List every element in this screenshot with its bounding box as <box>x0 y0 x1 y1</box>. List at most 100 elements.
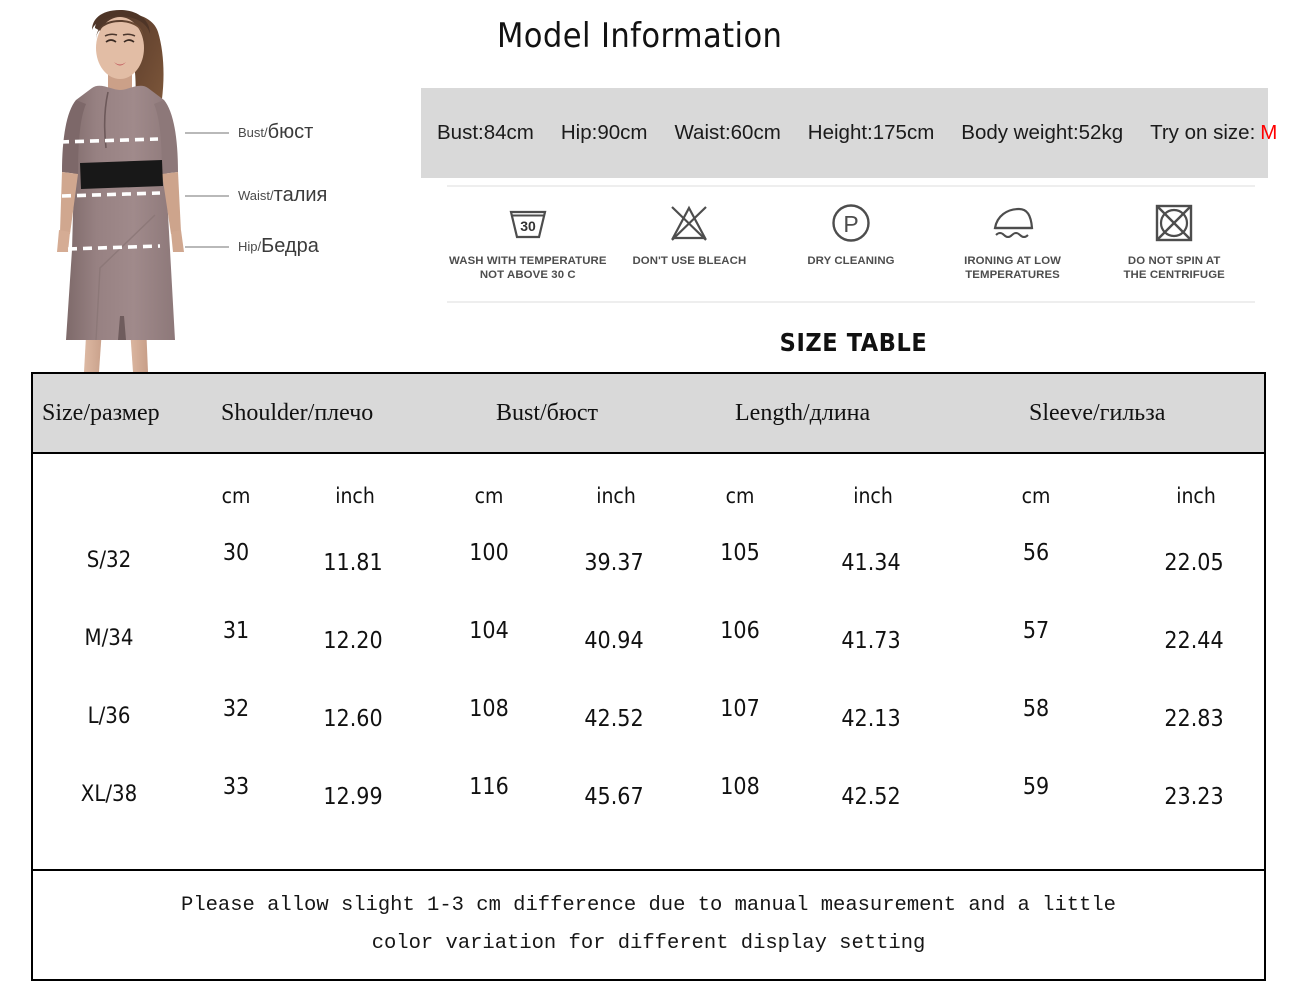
unit-sleeve-cm: cm <box>1021 484 1051 508</box>
care-item-no-bleach: DON'T USE BLEACH <box>609 187 771 268</box>
care-instructions-panel: 30 WASH WITH TEMPERATURE NOT ABOVE 30 C D… <box>447 185 1255 303</box>
svg-text:30: 30 <box>520 218 536 234</box>
try-on-size-label: Try on size: <box>1150 121 1256 144</box>
callout-bust: Bust/ бюст <box>185 121 313 144</box>
svg-text:P: P <box>843 211 858 237</box>
cell-length-cm: 106 <box>720 618 760 644</box>
cell-shoulder-inch: 12.99 <box>323 784 383 810</box>
cell-length-cm: 107 <box>720 696 760 722</box>
iron-low-temp-icon <box>987 199 1039 247</box>
cell-sleeve-cm: 59 <box>1022 774 1050 800</box>
care-label-iron: IRONING AT LOW TEMPERATURES <box>964 255 1062 282</box>
stat-body-weight: Body weight:52kg <box>961 121 1124 144</box>
cell-sleeve-cm: 56 <box>1022 540 1050 566</box>
cell-bust-cm: 104 <box>469 618 509 644</box>
size-table: Size/размер Shoulder/плечо Bust/бюст Len… <box>31 372 1266 871</box>
callout-bust-label-ru: бюст <box>267 121 314 143</box>
cell-length-cm: 105 <box>720 540 760 566</box>
dry-clean-p-icon: P <box>829 199 873 247</box>
callout-hip: Hip/ Бедра <box>185 235 319 258</box>
try-on-size-value: M <box>1260 121 1278 144</box>
stat-height: Height:175cm <box>807 121 935 144</box>
cell-bust-inch: 45.67 <box>584 784 644 810</box>
callout-leader-line <box>185 194 229 197</box>
no-bleach-icon <box>667 199 711 247</box>
cell-sleeve-cm: 58 <box>1022 696 1050 722</box>
callout-leader-line <box>185 245 229 248</box>
cell-shoulder-inch: 11.81 <box>323 550 383 576</box>
unit-length-cm: cm <box>725 484 755 508</box>
callout-leader-line <box>185 131 229 134</box>
column-header-size: Size/размер <box>42 399 160 426</box>
cell-bust-cm: 100 <box>469 540 509 566</box>
unit-length-inch: inch <box>853 484 893 508</box>
cell-bust-cm: 108 <box>469 696 509 722</box>
model-information-band: Bust:84cm Hip:90cm Waist:60cm Height:175… <box>421 88 1277 178</box>
care-label-dry-clean: DRY CLEANING <box>807 255 895 267</box>
callout-waist-label-en: Waist/ <box>238 188 274 203</box>
care-item-dry-clean: P DRY CLEANING <box>770 187 932 268</box>
cell-shoulder-cm: 32 <box>222 696 250 722</box>
care-label-no-spin: DO NOT SPIN AT THE CENTRIFUGE <box>1123 255 1225 282</box>
unit-shoulder-inch: inch <box>335 484 375 508</box>
size-table-title: SIZE TABLE <box>779 328 928 357</box>
cell-sleeve-cm: 57 <box>1022 618 1050 644</box>
cell-sleeve-inch: 22.83 <box>1164 706 1224 732</box>
stat-waist: Waist:60cm <box>674 121 781 144</box>
cell-length-inch: 42.52 <box>841 784 901 810</box>
cell-sleeve-inch: 22.44 <box>1164 628 1224 654</box>
cell-size: XL/38 <box>80 782 138 807</box>
column-header-length: Length/длина <box>735 399 871 426</box>
column-header-shoulder: Shoulder/плечо <box>221 399 374 426</box>
cell-sleeve-inch: 23.23 <box>1164 784 1224 810</box>
unit-sleeve-inch: inch <box>1176 484 1216 508</box>
cell-shoulder-inch: 12.20 <box>323 628 383 654</box>
callout-hip-label-ru: Бедра <box>261 235 319 257</box>
cell-length-cm: 108 <box>720 774 760 800</box>
unit-bust-cm: cm <box>474 484 504 508</box>
cell-length-inch: 42.13 <box>841 706 901 732</box>
cell-sleeve-inch: 22.05 <box>1164 550 1224 576</box>
callout-bust-label-en: Bust/ <box>238 125 268 140</box>
model-information-stats: Bust:84cm Hip:90cm Waist:60cm Height:175… <box>421 88 1277 178</box>
unit-shoulder-cm: cm <box>221 484 251 508</box>
cell-size: L/36 <box>87 704 131 729</box>
cell-bust-inch: 42.52 <box>584 706 644 732</box>
cell-bust-inch: 40.94 <box>584 628 644 654</box>
care-label-no-bleach: DON'T USE BLEACH <box>632 255 747 267</box>
size-table-header-row: Size/размер Shoulder/плечо Bust/бюст Len… <box>33 374 1264 454</box>
stat-try-on-size: Try on size: M <box>1150 121 1277 145</box>
disclaimer-line-2: color variation for different display se… <box>371 932 926 955</box>
model-information-title: Model Information <box>497 16 783 56</box>
callout-waist-label-ru: талия <box>273 184 328 206</box>
table-row: L/36 32 12.60 108 42.52 107 42.13 58 22.… <box>33 684 1264 762</box>
cell-shoulder-inch: 12.60 <box>323 706 383 732</box>
callout-waist: Waist/ талия <box>185 184 327 207</box>
cell-shoulder-cm: 30 <box>222 540 250 566</box>
disclaimer-line-1: Please allow slight 1-3 cm difference du… <box>181 894 1116 918</box>
unit-bust-inch: inch <box>596 484 636 508</box>
care-label-wash: WASH WITH TEMPERATURE NOT ABOVE 30 C <box>449 255 607 282</box>
unit-header-row: cm inch cm inch cm inch cm inch <box>33 454 1264 528</box>
cell-shoulder-cm: 31 <box>222 618 250 644</box>
cell-size: S/32 <box>86 548 132 573</box>
care-item-wash: 30 WASH WITH TEMPERATURE NOT ABOVE 30 C <box>447 187 609 283</box>
cell-length-inch: 41.34 <box>841 550 901 576</box>
cell-size: M/34 <box>84 626 134 651</box>
cell-bust-cm: 116 <box>469 774 509 800</box>
table-row: M/34 31 12.20 104 40.94 106 41.73 57 22.… <box>33 606 1264 684</box>
size-table-body: cm inch cm inch cm inch cm inch S/32 30 … <box>33 454 1264 869</box>
table-row: S/32 30 11.81 100 39.37 105 41.34 56 22.… <box>33 528 1264 606</box>
column-header-bust: Bust/бюст <box>496 399 598 426</box>
cell-length-inch: 41.73 <box>841 628 901 654</box>
model-photo: Bust/ бюст Waist/ талия Hip/ Бедра <box>0 0 327 375</box>
callout-hip-label-en: Hip/ <box>238 239 262 254</box>
cell-bust-inch: 39.37 <box>584 550 644 576</box>
care-item-iron: IRONING AT LOW TEMPERATURES <box>932 187 1094 283</box>
stat-hip: Hip:90cm <box>560 121 648 144</box>
measurement-disclaimer: Please allow slight 1-3 cm difference du… <box>31 869 1266 981</box>
table-row: XL/38 33 12.99 116 45.67 108 42.52 59 23… <box>33 762 1264 840</box>
stat-bust: Bust:84cm <box>437 121 534 144</box>
no-spin-icon <box>1153 199 1195 247</box>
care-item-no-spin: DO NOT SPIN AT THE CENTRIFUGE <box>1093 187 1255 283</box>
